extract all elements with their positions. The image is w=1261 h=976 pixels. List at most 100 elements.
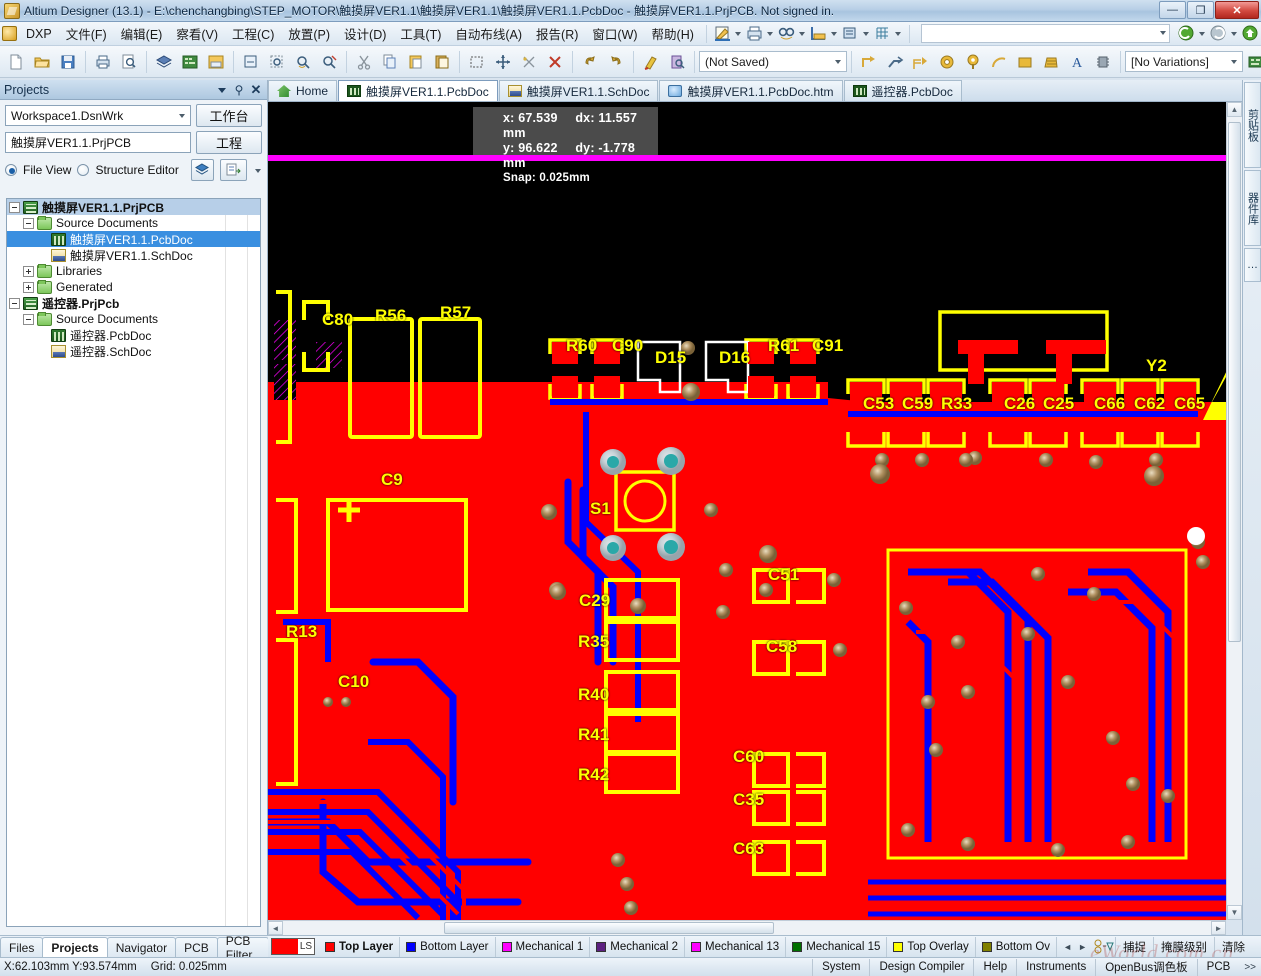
expand-icon[interactable] xyxy=(23,281,34,293)
tree-item[interactable]: 触摸屏VER1.1.SchDoc xyxy=(7,247,260,263)
menu-search-combo[interactable] xyxy=(920,24,1170,43)
collapse-icon[interactable] xyxy=(9,297,20,309)
workbench-button[interactable]: 工作台 xyxy=(196,104,262,127)
collapse-icon[interactable] xyxy=(23,217,34,229)
ruler-icon[interactable] xyxy=(809,24,828,43)
route-icon[interactable] xyxy=(857,50,881,74)
tree-item[interactable]: Source Documents xyxy=(7,311,260,327)
right-tab-clipboard[interactable]: 剪贴板 xyxy=(1243,82,1261,168)
doc-tab-schdoc[interactable]: 触摸屏VER1.1.SchDoc xyxy=(498,80,659,101)
panel-tab-pcb-filter[interactable]: PCB Filter xyxy=(216,934,269,962)
variations-combo[interactable]: [No Variations] xyxy=(1125,51,1243,72)
layers-stack-icon[interactable] xyxy=(152,50,176,74)
pin-icon[interactable]: ⚲ xyxy=(232,83,246,97)
layers-button[interactable] xyxy=(190,159,214,181)
chevron-down-icon[interactable] xyxy=(177,106,186,125)
collapse-icon[interactable] xyxy=(9,201,20,213)
layers-icon[interactable] xyxy=(841,24,860,43)
project-name-field[interactable]: 触摸屏VER1.1.PrjPCB xyxy=(5,132,191,153)
project-button[interactable]: 工程 xyxy=(196,131,262,154)
print-preview-icon[interactable] xyxy=(117,50,141,74)
project-options-button[interactable] xyxy=(219,159,247,181)
highlight-icon[interactable] xyxy=(639,50,663,74)
layer-config-icon[interactable] xyxy=(1093,939,1115,954)
scroll-up-arrow[interactable]: ▲ xyxy=(1227,102,1242,117)
layer-tab[interactable]: Top Layer xyxy=(319,936,401,957)
menu-file[interactable]: 文件(F) xyxy=(59,21,114,46)
status-button-openbus[interactable]: OpenBus调色板 xyxy=(1095,958,1196,976)
copy-icon[interactable] xyxy=(378,50,402,74)
scroll-thumb-horizontal[interactable] xyxy=(444,922,774,934)
canvas-vertical-scrollbar[interactable]: ▲ ▼ xyxy=(1226,102,1242,920)
doc-tab-pcbdoc[interactable]: 触摸屏VER1.1.PcbDoc xyxy=(338,80,498,101)
scroll-thumb-vertical[interactable] xyxy=(1228,122,1241,642)
polygon-icon[interactable] xyxy=(1039,50,1063,74)
tree-item[interactable]: 触摸屏VER1.1.PrjPCB xyxy=(7,199,260,215)
board-variant-icon[interactable] xyxy=(1244,50,1261,74)
tree-item[interactable]: 遥控器.PcbDoc xyxy=(7,327,260,343)
status-button-system[interactable]: System xyxy=(812,958,869,976)
chevron-down-icon[interactable] xyxy=(253,161,262,180)
zoom-area-icon[interactable] xyxy=(239,50,263,74)
redo-icon[interactable] xyxy=(604,50,628,74)
chevron-down-icon[interactable] xyxy=(861,24,870,43)
menu-design[interactable]: 设计(D) xyxy=(337,21,393,46)
menu-reports[interactable]: 报告(R) xyxy=(529,21,585,46)
tree-item[interactable]: 触摸屏VER1.1.PcbDoc xyxy=(7,231,260,247)
pcb-canvas[interactable]: C80 R56 R57 R60 C90 D15 D16 R61 C91 C53 C59 R33 C26 C… xyxy=(268,102,1243,920)
interactive-route-icon[interactable] xyxy=(883,50,907,74)
tree-item[interactable]: Source Documents xyxy=(7,215,260,231)
arc-icon[interactable] xyxy=(987,50,1011,74)
tree-item[interactable]: 遥控器.PrjPcb xyxy=(7,295,260,311)
menu-edit[interactable]: 编辑(E) xyxy=(114,21,170,46)
scroll-left-arrow[interactable]: ◄ xyxy=(268,921,283,935)
open-folder-icon[interactable] xyxy=(30,50,54,74)
zoom-clear-icon[interactable] xyxy=(317,50,341,74)
string-icon[interactable]: A xyxy=(1065,50,1089,74)
chevron-down-icon[interactable] xyxy=(1197,24,1206,43)
status-button-help[interactable]: Help xyxy=(973,958,1016,976)
panel-tab-files[interactable]: Files xyxy=(0,937,44,957)
layer-nav-arrows[interactable]: ◄ ► xyxy=(1057,939,1093,954)
chevron-down-icon[interactable] xyxy=(1229,24,1238,43)
status-button-pcb[interactable]: PCB xyxy=(1196,958,1240,976)
layer-tab[interactable]: Mechanical 15 xyxy=(786,936,888,957)
menu-autoroute[interactable]: 自动布线(A) xyxy=(448,21,529,46)
restore-button[interactable]: ❐ xyxy=(1187,1,1214,19)
saved-state-combo[interactable]: (Not Saved) xyxy=(699,51,847,72)
menu-place[interactable]: 放置(P) xyxy=(281,21,337,46)
chevron-down-icon[interactable] xyxy=(797,24,806,43)
doc-tab-remote-pcbdoc[interactable]: 遥控器.PcbDoc xyxy=(843,80,962,101)
snap-button[interactable]: 捕捉 xyxy=(1115,936,1153,957)
layer-next-arrow[interactable]: ► xyxy=(1076,939,1089,954)
binoculars-icon[interactable] xyxy=(777,24,796,43)
chevron-down-icon[interactable] xyxy=(833,52,842,71)
workspace-combo[interactable]: Workspace1.DsnWrk xyxy=(5,105,191,126)
status-button-design-compiler[interactable]: Design Compiler xyxy=(869,958,973,976)
dxp-icon[interactable] xyxy=(2,26,17,41)
zoom-filter-icon[interactable] xyxy=(291,50,315,74)
cut-icon[interactable] xyxy=(352,50,376,74)
layer-tab[interactable]: Mechanical 1 xyxy=(496,936,591,957)
collapse-icon[interactable] xyxy=(23,313,34,325)
menu-tools[interactable]: 工具(T) xyxy=(393,21,448,46)
deselect-icon[interactable] xyxy=(517,50,541,74)
component-icon[interactable] xyxy=(1091,50,1115,74)
chevron-down-icon[interactable] xyxy=(829,24,838,43)
panel-tab-pcb[interactable]: PCB xyxy=(175,937,218,957)
clear-button[interactable]: 清除 xyxy=(1214,936,1252,957)
doc-tab-htm[interactable]: 触摸屏VER1.1.PcbDoc.htm xyxy=(659,80,843,101)
panel-tab-navigator[interactable]: Navigator xyxy=(106,937,177,957)
canvas-horizontal-scrollbar[interactable]: ◄ ► xyxy=(268,920,1226,935)
project-tree[interactable]: 触摸屏VER1.1.PrjPCB Source Documents 触摸屏VER1.… xyxy=(6,198,261,927)
fill-icon[interactable] xyxy=(1013,50,1037,74)
chevron-down-icon[interactable] xyxy=(1158,24,1167,43)
status-button-instruments[interactable]: Instruments xyxy=(1016,958,1095,976)
chevron-down-icon[interactable] xyxy=(733,24,742,43)
back-arrow-icon[interactable] xyxy=(1177,24,1196,43)
layer-tab[interactable]: Mechanical 2 xyxy=(590,936,686,957)
move-icon[interactable] xyxy=(491,50,515,74)
layer-tab[interactable]: Bottom Layer xyxy=(400,936,496,957)
tree-item[interactable]: Generated xyxy=(7,279,260,295)
save-icon[interactable] xyxy=(56,50,80,74)
